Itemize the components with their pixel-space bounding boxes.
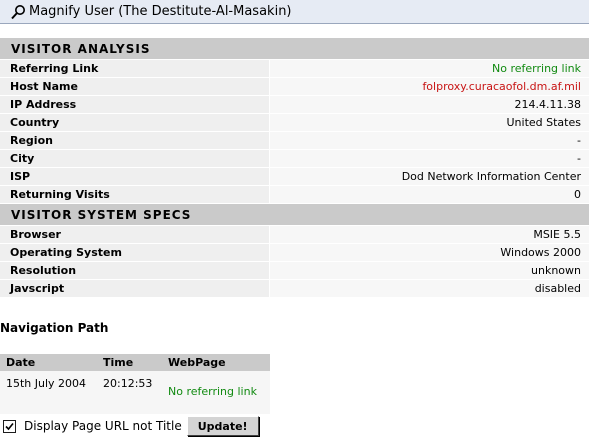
table-row: Region -	[0, 132, 589, 150]
city-value: -	[270, 150, 589, 167]
table-row: Operating System Windows 2000	[0, 244, 589, 262]
column-header-time: Time	[103, 356, 134, 369]
visitor-system-header: VISITOR SYSTEM SPECS	[0, 204, 589, 226]
browser-label: Browser	[0, 226, 270, 243]
display-url-label: Display Page URL not Title	[24, 419, 182, 433]
returning-visits-label: Returning Visits	[0, 186, 270, 203]
column-header-date: Date	[6, 356, 36, 369]
navigation-path-title: Navigation Path	[0, 321, 109, 335]
returning-visits-value: 0	[270, 186, 589, 203]
javascript-label: Javscript	[0, 280, 270, 297]
resolution-label: Resolution	[0, 262, 270, 279]
city-label: City	[0, 150, 270, 167]
display-options: Display Page URL not Title Update!	[0, 414, 259, 438]
operating-system-label: Operating System	[0, 244, 270, 261]
update-button[interactable]: Update!	[186, 416, 259, 436]
browser-value: MSIE 5.5	[270, 226, 589, 243]
isp-value: Dod Network Information Center	[270, 168, 589, 185]
host-name-value: folproxy.curacaofol.dm.af.mil	[270, 78, 589, 95]
magnifier-icon	[7, 1, 29, 23]
region-value: -	[270, 132, 589, 149]
table-row: Returning Visits 0	[0, 186, 589, 204]
country-label: Country	[0, 114, 270, 131]
table-row: Referring Link No referring link	[0, 60, 589, 78]
table-row: City -	[0, 150, 589, 168]
navigation-table: Date Time WebPage 15th July 2004 20:12:5…	[0, 354, 270, 414]
page-title: Magnify User (The Destitute-Al-Masakin)	[29, 4, 292, 19]
visitor-analysis-header: VISITOR ANALYSIS	[0, 38, 589, 60]
visit-date: 15th July 2004	[6, 377, 87, 390]
javascript-value: disabled	[270, 280, 589, 297]
visit-webpage: No referring link	[168, 385, 257, 398]
table-header: Date Time WebPage	[0, 354, 270, 371]
isp-label: ISP	[0, 168, 270, 185]
country-value: United States	[270, 114, 589, 131]
referring-link-label: Referring Link	[0, 60, 270, 77]
table-row: 15th July 2004 20:12:53 No referring lin…	[0, 371, 270, 414]
table-row: Country United States	[0, 114, 589, 132]
table-row: ISP Dod Network Information Center	[0, 168, 589, 186]
ip-address-value: 214.4.11.38	[270, 96, 589, 113]
column-header-webpage: WebPage	[168, 356, 226, 369]
resolution-value: unknown	[270, 262, 589, 279]
visitor-analysis-panel: VISITOR ANALYSIS Referring Link No refer…	[0, 38, 589, 298]
table-row: Javscript disabled	[0, 280, 589, 298]
table-row: Browser MSIE 5.5	[0, 226, 589, 244]
table-row: Host Name folproxy.curacaofol.dm.af.mil	[0, 78, 589, 96]
host-name-label: Host Name	[0, 78, 270, 95]
table-row: IP Address 214.4.11.38	[0, 96, 589, 114]
region-label: Region	[0, 132, 270, 149]
table-row: Resolution unknown	[0, 262, 589, 280]
operating-system-value: Windows 2000	[270, 244, 589, 261]
referring-link-value: No referring link	[270, 60, 589, 77]
checkmark-icon	[5, 422, 14, 430]
ip-address-label: IP Address	[0, 96, 270, 113]
visit-time: 20:12:53	[103, 377, 153, 390]
display-url-checkbox[interactable]	[3, 419, 16, 433]
title-bar: Magnify User (The Destitute-Al-Masakin)	[0, 0, 589, 24]
